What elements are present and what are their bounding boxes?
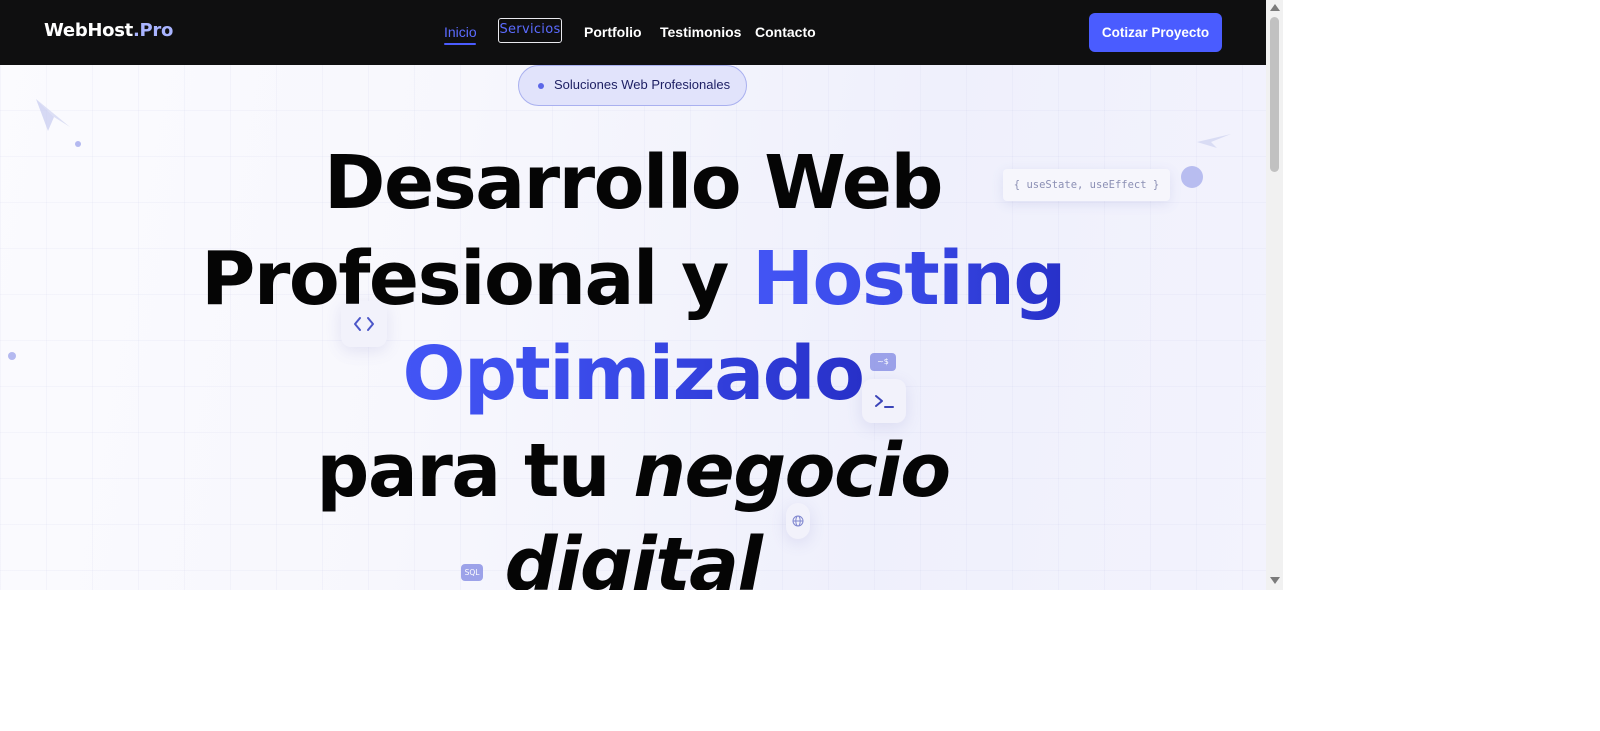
headline-italic-text: negocio bbox=[633, 428, 951, 514]
headline-accent-text: Optimizado bbox=[402, 331, 865, 417]
nav-link-portfolio[interactable]: Portfolio bbox=[584, 24, 642, 40]
nav-link-contacto[interactable]: Contacto bbox=[755, 24, 816, 40]
headline-text: Profesional y bbox=[201, 236, 753, 322]
hero-headline-line-1: Desarrollo Web bbox=[324, 140, 943, 226]
quote-project-button[interactable]: Cotizar Proyecto bbox=[1089, 13, 1222, 52]
vertical-scrollbar[interactable] bbox=[1266, 0, 1283, 590]
browser-viewport: { useState, useEffect } ~$ SQL Solucione… bbox=[0, 0, 1283, 590]
hero-headline-line-5: digital bbox=[504, 522, 763, 590]
scroll-up-arrow-icon[interactable] bbox=[1270, 4, 1280, 11]
hero-headline-line-3: Optimizado bbox=[0, 331, 1266, 417]
nav-link-servicios[interactable]: Servicios bbox=[498, 18, 562, 43]
scroll-down-arrow-icon[interactable] bbox=[1270, 577, 1280, 584]
top-navbar: WebHost.Pro Inicio Servicios Portfolio T… bbox=[0, 0, 1266, 65]
landing-page: { useState, useEffect } ~$ SQL Solucione… bbox=[0, 0, 1266, 590]
scroll-thumb[interactable] bbox=[1270, 17, 1279, 172]
nav-link-inicio[interactable]: Inicio bbox=[444, 24, 477, 40]
badge-dot-icon bbox=[538, 83, 544, 89]
badge-label: Soluciones Web Profesionales bbox=[554, 77, 731, 92]
headline-accent-text: Hosting bbox=[752, 236, 1066, 322]
nav-link-testimonios[interactable]: Testimonios bbox=[660, 24, 741, 40]
site-logo[interactable]: WebHost.Pro bbox=[44, 20, 173, 41]
paper-plane-icon bbox=[36, 99, 70, 131]
logo-text: WebHost bbox=[44, 20, 133, 41]
hero-badge: Soluciones Web Profesionales bbox=[518, 65, 747, 106]
hero-headline-line-2: Profesional y Hosting bbox=[0, 236, 1266, 322]
logo-extension: .Pro bbox=[132, 20, 174, 41]
headline-text: para tu bbox=[316, 428, 634, 514]
active-nav-indicator bbox=[444, 43, 476, 45]
hero-headline-line-4: para tu negocio bbox=[0, 428, 1266, 514]
